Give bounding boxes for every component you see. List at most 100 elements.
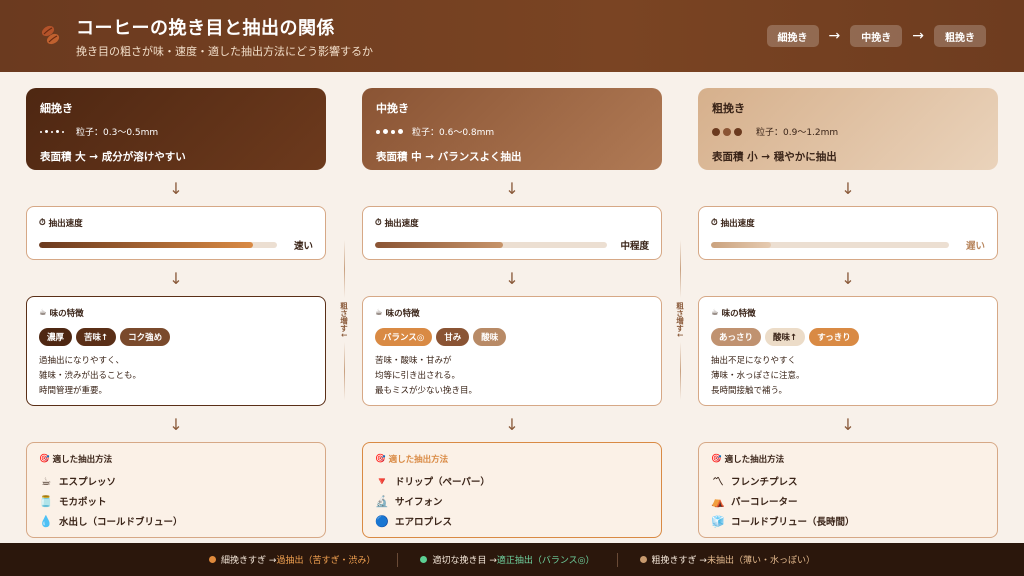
method-box-medium: 🎯 適した抽出方法 🔻 ドリップ（ペーパー） 🔬 サイフォン 🔵 エアロプレス bbox=[362, 442, 662, 538]
page-header: コーヒーの挽き目と抽出の関係 挽き目の粗さが味・速度・適した抽出方法にどう影響す… bbox=[0, 0, 1024, 72]
speed-header: 抽出速度 bbox=[384, 219, 419, 229]
legend-result: 過抽出（苦すぎ・渋み） bbox=[276, 556, 376, 566]
legend-result: 未抽出（薄い・水っぽい） bbox=[706, 556, 815, 566]
legend-item-coarse: 粗挽きすぎ → 未抽出（薄い・水っぽい） bbox=[639, 553, 815, 566]
stopwatch-icon: ⏱ bbox=[39, 218, 46, 228]
desc-line: 最もミスが少ない挽き目。 bbox=[375, 386, 478, 396]
down-arrow-icon: ↓ bbox=[505, 268, 519, 288]
speed-box-fine: ⏱ 抽出速度 速い bbox=[26, 206, 326, 260]
legend-dot bbox=[209, 556, 217, 563]
taste-box-coarse: ☕ 味の特徴 あっさり 酸味↑ すっきり 抽出不足になりやすく 薄味・水っぽさに… bbox=[698, 296, 998, 406]
method-header: 適した抽出方法 bbox=[52, 455, 113, 465]
method-label: パーコレーター bbox=[731, 497, 798, 508]
desc-line: 均等に引き出される。 bbox=[375, 371, 461, 381]
siphon-icon: 🔬 bbox=[375, 494, 389, 508]
moka-pot-icon: 🫙 bbox=[39, 494, 53, 508]
column-coarse: 粗挽き 粒子：0.9〜1.2mm 表面積 小 → 穏やかに抽出 ↓ ⏱ 抽出速度… bbox=[698, 88, 998, 538]
speed-bar-fill bbox=[39, 242, 254, 248]
desc-line: 苦味・酸味・甘みが bbox=[375, 356, 452, 366]
taste-description: 抽出不足になりやすく 薄味・水っぽさに注意。 長時間接触で補う。 bbox=[711, 354, 985, 399]
target-icon: 🎯 bbox=[39, 454, 50, 464]
down-arrow-icon: ↓ bbox=[841, 268, 855, 288]
speed-row: 遅い bbox=[711, 238, 985, 252]
method-head: 🎯 適した抽出方法 bbox=[375, 453, 649, 465]
desc-line: 抽出不足になりやすく bbox=[711, 356, 797, 366]
speed-bar-fill bbox=[711, 242, 771, 248]
speed-bar-fill bbox=[375, 242, 503, 248]
taste-chips: バランス◎ 甘み 酸味 bbox=[375, 328, 649, 346]
surface-area: 表面積 大 → 成分が溶けやすい bbox=[40, 151, 186, 163]
ice-cube-icon: 🧊 bbox=[711, 514, 725, 528]
method-header: 適した抽出方法 bbox=[388, 455, 449, 465]
coarseness-connector: 粗さ増す↓ bbox=[334, 240, 354, 401]
coffee-cup-icon: ☕ bbox=[711, 308, 719, 318]
coffee-cup-icon: ☕ bbox=[375, 308, 383, 318]
speed-label: 中程度 bbox=[620, 241, 649, 252]
taste-head: ☕ 味の特徴 bbox=[375, 307, 649, 319]
taste-header: 味の特徴 bbox=[385, 309, 420, 319]
particle-size: 粒子：0.9〜1.2mm bbox=[756, 128, 839, 138]
speed-bar bbox=[39, 242, 277, 248]
drip-icon: 🔻 bbox=[375, 474, 389, 488]
speed-label: 速い bbox=[293, 241, 313, 252]
legend-item-fine: 細挽きすぎ → 過抽出（苦すぎ・渋み） bbox=[209, 553, 375, 566]
method-head: 🎯 適した抽出方法 bbox=[711, 453, 985, 465]
down-arrow-icon: ↓ bbox=[169, 178, 183, 198]
taste-description: 過抽出になりやすく、 雑味・渋みが出ることも。 時間管理が重要。 bbox=[39, 354, 313, 399]
legend-dot bbox=[420, 556, 428, 563]
legend-lead: 細挽きすぎ → bbox=[221, 556, 277, 566]
taste-box-medium: ☕ 味の特徴 バランス◎ 甘み 酸味 苦味・酸味・甘みが 均等に引き出される。 … bbox=[362, 296, 662, 406]
grind-particle: 粒子：0.9〜1.2mm bbox=[712, 125, 984, 138]
method-label: サイフォン bbox=[395, 497, 443, 508]
coffee-cup-icon: ☕ bbox=[39, 308, 47, 318]
coarseness-label: 粗さ増す↓ bbox=[339, 301, 349, 339]
down-arrow-icon: ↓ bbox=[169, 268, 183, 288]
coffee-beans-icon bbox=[41, 25, 60, 45]
grind-card-medium: 中挽き 粒子：0.6〜0.8mm 表面積 中 → バランスよく抽出 bbox=[362, 88, 662, 170]
coffee-cup-icon: ☕ bbox=[41, 474, 51, 488]
percolator-icon: ⛺ bbox=[711, 494, 725, 508]
taste-chip: あっさり bbox=[711, 328, 762, 346]
method-item: 🫙 モカポット bbox=[39, 491, 313, 511]
method-item: ⛺ パーコレーター bbox=[711, 491, 985, 511]
method-label: フレンチプレス bbox=[731, 477, 798, 488]
method-label: エアロプレス bbox=[395, 517, 453, 528]
down-arrow-icon: ↓ bbox=[505, 178, 519, 198]
particle-size: 粒子：0.6〜0.8mm bbox=[412, 128, 495, 138]
step-fine: 細挽き bbox=[766, 25, 819, 47]
taste-chip: すっきり bbox=[809, 328, 859, 346]
desc-line: 時間管理が重要。 bbox=[39, 386, 108, 396]
target-icon: 🎯 bbox=[375, 454, 386, 464]
particle-dots-icon bbox=[40, 130, 68, 133]
speed-label: 遅い bbox=[965, 241, 985, 252]
method-list: 🔻 ドリップ（ペーパー） 🔬 サイフォン 🔵 エアロプレス bbox=[375, 471, 649, 531]
grind-name: 粗挽き bbox=[712, 102, 745, 115]
down-arrow-icon: ↓ bbox=[841, 414, 855, 434]
desc-line: 過抽出になりやすく、 bbox=[39, 356, 125, 366]
column-medium: 中挽き 粒子：0.6〜0.8mm 表面積 中 → バランスよく抽出 ↓ ⏱ 抽出… bbox=[362, 88, 662, 538]
aeropress-icon: 🔵 bbox=[375, 514, 389, 528]
desc-line: 長時間接触で補う。 bbox=[711, 386, 787, 396]
method-header: 適した抽出方法 bbox=[724, 455, 785, 465]
speed-box-coarse: ⏱ 抽出速度 遅い bbox=[698, 206, 998, 260]
method-item: 🧊 コールドブリュー（長時間） bbox=[711, 511, 985, 531]
right-arrow-icon: → bbox=[912, 28, 924, 44]
taste-head: ☕ 味の特徴 bbox=[39, 307, 313, 319]
surface-area: 表面積 小 → 穏やかに抽出 bbox=[712, 151, 837, 163]
method-item: 💧 水出し（コールドブリュー） bbox=[39, 511, 313, 531]
particle-size: 粒子：0.3〜0.5mm bbox=[76, 128, 159, 138]
method-item: 🔵 エアロプレス bbox=[375, 511, 649, 531]
taste-chip: 濃厚 bbox=[39, 328, 73, 346]
right-arrow-icon: → bbox=[828, 28, 841, 44]
legend-dot bbox=[639, 556, 647, 563]
step-medium: 中挽き bbox=[850, 25, 903, 47]
legend-lead: 粗挽きすぎ → bbox=[651, 556, 707, 566]
page-subtitle: 挽き目の粗さが味・速度・適した抽出方法にどう影響するか bbox=[76, 45, 373, 58]
particle-dots-icon bbox=[376, 129, 404, 134]
speed-head: ⏱ 抽出速度 bbox=[711, 217, 985, 229]
method-box-fine: 🎯 適した抽出方法 ☕ エスプレッソ 🫙 モカポット 💧 水出し（コールドブリュー） bbox=[26, 442, 326, 538]
speed-head: ⏱ 抽出速度 bbox=[39, 217, 313, 229]
method-box-coarse: 🎯 適した抽出方法 〽フレンチプレス ⛺ パーコレーター 🧊 コールドブリュー（長時… bbox=[698, 442, 998, 538]
legend-divider bbox=[616, 552, 618, 567]
coarseness-connector: 粗さ増す↓ bbox=[670, 240, 690, 401]
